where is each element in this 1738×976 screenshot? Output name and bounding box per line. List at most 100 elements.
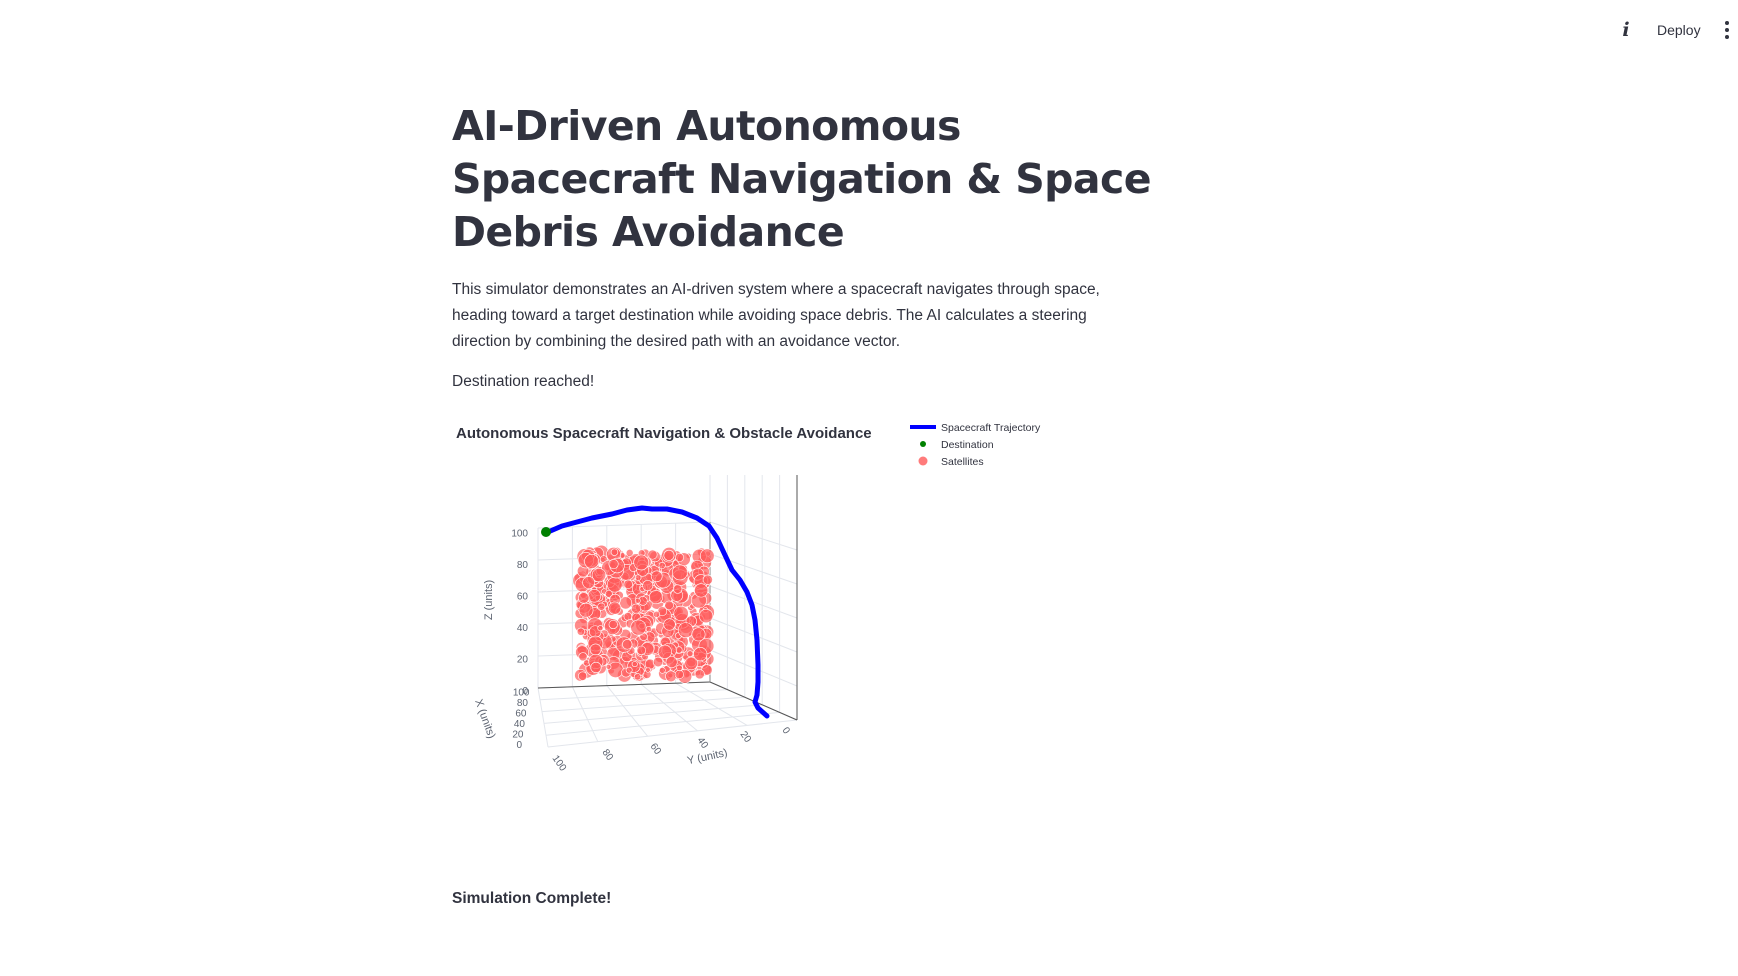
satellite-point (633, 554, 650, 571)
satellite-point (578, 652, 588, 662)
satellite-point (691, 627, 706, 642)
x-tick-label: 80 (517, 698, 529, 709)
satellite-point (694, 669, 705, 680)
legend-swatch-destination (920, 441, 926, 447)
completion-text: Simulation Complete! (452, 890, 612, 907)
satellite-point (636, 645, 647, 656)
satellite-point (702, 574, 713, 585)
satellite-point (652, 656, 664, 668)
satellite-point (610, 548, 619, 556)
vertical-dots-icon[interactable] (1718, 16, 1736, 44)
satellite-point (663, 549, 675, 561)
satellite-point (634, 597, 641, 604)
satellite-point (630, 619, 647, 636)
z-tick-label: 80 (517, 560, 529, 571)
satellite-point (650, 570, 663, 583)
satellite-point (590, 661, 602, 674)
x-tick-label: 20 (512, 730, 524, 741)
legend-label: Satellites (941, 456, 984, 468)
x-tick-label: 40 (514, 719, 526, 730)
y-axis-label: Y (units) (686, 747, 728, 767)
satellite-point (677, 622, 694, 639)
top-toolbar: i Deploy (0, 0, 1738, 60)
info-icon[interactable]: i (1615, 18, 1637, 42)
satellite-point (672, 584, 683, 594)
satellite-point (674, 669, 684, 680)
satellites-series (572, 544, 715, 684)
page-title: AI-Driven Autonomous Spacecraft Navigati… (452, 102, 1152, 256)
satellite-point (699, 548, 715, 564)
satellite-point (642, 580, 654, 592)
z-tick-label: 60 (517, 592, 529, 603)
y-tick-label: 20 (738, 729, 754, 745)
satellite-point (645, 626, 652, 633)
satellite-point (584, 553, 600, 569)
satellite-point (665, 670, 677, 683)
satellite-point (608, 601, 622, 615)
y-tick-label: 60 (648, 741, 664, 757)
satellite-point (633, 673, 642, 681)
legend-label: Spacecraft Trajectory (941, 422, 1041, 434)
satellite-point (589, 643, 602, 656)
satellite-point (645, 667, 651, 673)
legend-label: Destination (941, 439, 994, 451)
main-content: AI-Driven Autonomous Spacecraft Navigati… (452, 100, 1152, 395)
satellite-point (665, 656, 678, 669)
satellite-point (608, 559, 619, 570)
y-tick-label: 0 (780, 725, 792, 736)
y-tick-label: 80 (600, 747, 616, 763)
satellite-point (672, 564, 688, 581)
satellite-point (658, 561, 666, 570)
chart-legend[interactable]: Spacecraft Trajectory Destination Satellit… (910, 422, 1041, 468)
destination-series (541, 527, 551, 537)
satellite-point (587, 589, 602, 603)
satellite-point (623, 612, 633, 621)
satellite-point (625, 666, 633, 674)
y-tick-label: 100 (550, 753, 569, 773)
x-tick-label: 60 (515, 709, 527, 720)
satellite-point (631, 603, 642, 614)
satellite-point (663, 618, 676, 631)
satellite-point (606, 576, 623, 593)
deploy-button[interactable]: Deploy (1647, 16, 1711, 44)
satellite-point (578, 592, 590, 604)
satellite-point (625, 549, 634, 557)
satellite-point (623, 579, 633, 590)
satellite-point (607, 661, 624, 678)
satellite-point (693, 647, 708, 662)
satellite-point (578, 602, 594, 618)
description-text: This simulator demonstrates an AI-driven… (452, 281, 1100, 350)
satellite-point (578, 671, 588, 681)
satellite-point (694, 583, 709, 598)
z-axis-label: Z (units) (483, 580, 495, 620)
satellite-point (686, 650, 694, 657)
satellite-point (675, 552, 685, 562)
satellite-point (622, 639, 633, 650)
y-tick-label: 40 (695, 735, 711, 751)
satellite-point (673, 605, 689, 622)
legend-swatch-satellites (918, 456, 928, 466)
satellite-point (634, 574, 642, 581)
satellite-point (631, 661, 638, 668)
x-axis-label: X (units) (472, 698, 497, 741)
status-text: Destination reached! (452, 373, 595, 390)
z-tick-label: 100 (511, 529, 528, 540)
satellite-point (657, 644, 672, 659)
satellite-point (653, 610, 661, 618)
satellite-point (597, 625, 604, 632)
z-tick-label: 20 (517, 655, 529, 666)
x-tick-label: 100 (513, 688, 530, 699)
z-tick-label: 40 (517, 623, 529, 634)
chart-3d[interactable]: Spacecraft Trajectory Destination Satellit… (452, 420, 1192, 860)
satellite-point (605, 664, 612, 670)
satellite-point (597, 602, 606, 611)
x-tick-label: 0 (516, 740, 522, 751)
satellite-point (649, 590, 664, 605)
satellite-point (608, 619, 618, 630)
satellite-point (675, 646, 683, 654)
satellite-point (582, 576, 596, 589)
destination-marker (541, 527, 551, 537)
satellite-point (659, 667, 666, 674)
satellite-point (647, 549, 658, 560)
satellite-point (698, 608, 714, 624)
